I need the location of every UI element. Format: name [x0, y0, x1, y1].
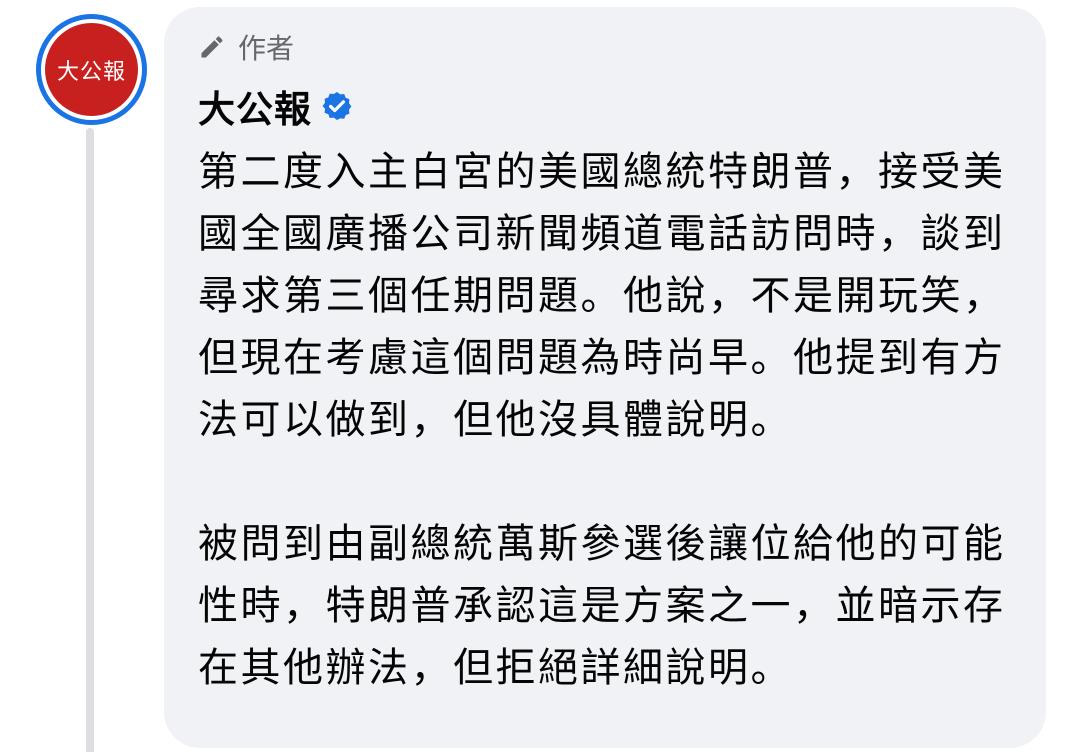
- pencil-icon: [201, 36, 223, 58]
- verified-badge-icon: [322, 92, 352, 120]
- comment-thread: 大公報 作者 大公報 第二度入主白宮的美國總統特朗普，接受美國全國廣播公司新聞頻…: [0, 0, 1080, 752]
- author-row: 大公報: [198, 78, 353, 134]
- thread-line: [86, 128, 94, 752]
- avatar[interactable]: 大公報: [36, 14, 147, 125]
- author-badge: 作者: [198, 27, 294, 67]
- avatar-image: 大公報: [45, 23, 138, 116]
- comment-bubble: 作者 大公報 第二度入主白宮的美國總統特朗普，接受美國全國廣播公司新聞頻道電話訪…: [164, 7, 1046, 748]
- author-name[interactable]: 大公報: [198, 79, 312, 133]
- comment-paragraph: 第二度入主白宮的美國總統特朗普，接受美國全國廣播公司新聞頻道電話訪問時，談到尋求…: [198, 149, 1006, 443]
- comment-paragraph: 被問到由副總統萬斯參選後讓位給他的可能性時，特朗普承認這是方案之一，並暗示存在其…: [198, 521, 1006, 691]
- comment-text: 第二度入主白宮的美國總統特朗普，接受美國全國廣播公司新聞頻道電話訪問時，談到尋求…: [198, 141, 1018, 699]
- avatar-logo-text: 大公報: [56, 59, 126, 85]
- author-badge-label: 作者: [238, 32, 295, 65]
